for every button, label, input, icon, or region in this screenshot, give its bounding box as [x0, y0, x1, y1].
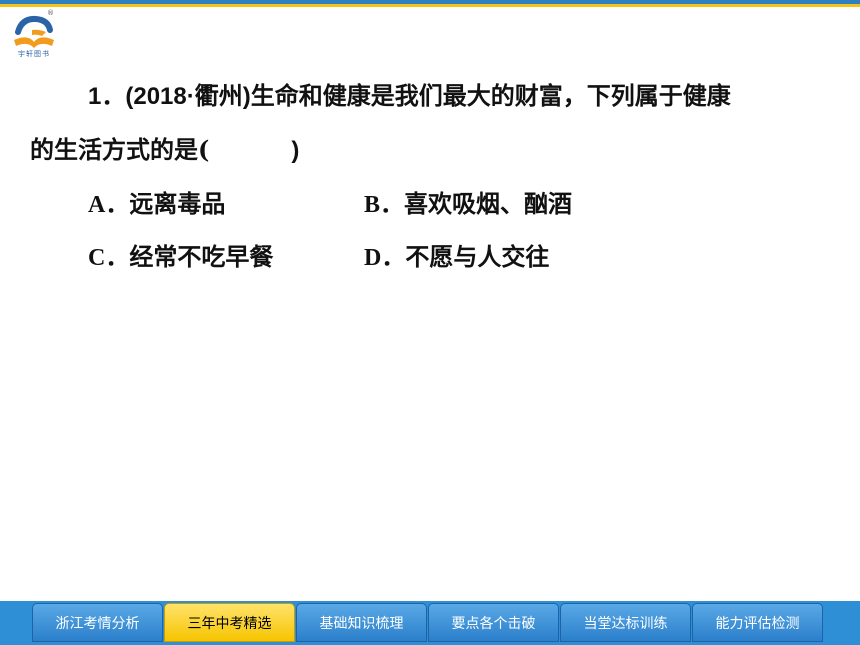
option-text: 远离毒品: [129, 189, 226, 218]
option-text: 喜欢吸烟、酗酒: [404, 189, 573, 218]
answer-bracket-close: ): [291, 137, 300, 164]
option-d: D．不愿与人交往: [364, 237, 549, 272]
option-a: A．远离毒品: [88, 184, 225, 219]
publisher-name: 宇轩图书: [18, 50, 50, 58]
tab-ability-assessment[interactable]: 能力评估检测: [692, 603, 823, 642]
tab-zhejiang-exam-analysis[interactable]: 浙江考情分析: [32, 603, 163, 642]
question-number: 1．: [88, 83, 126, 110]
option-letter: A．: [88, 192, 130, 218]
question-source: (2018·衢州): [125, 83, 251, 110]
option-letter: D．: [364, 245, 406, 271]
option-letter: B．: [364, 192, 405, 218]
bottom-nav-tabs: 浙江考情分析 三年中考精选 基础知识梳理 要点各个击破 当堂达标训练 能力评估检…: [32, 601, 824, 645]
question-text-line-2: 的生活方式的是(: [30, 135, 210, 164]
option-b: B．喜欢吸烟、酗酒: [364, 184, 572, 219]
question-line-1: 1．(2018·衢州)生命和健康是我们最大的财富，下列属于健康: [88, 76, 731, 111]
option-text: 不愿与人交往: [405, 242, 550, 271]
tab-three-year-exam-selection[interactable]: 三年中考精选: [164, 603, 295, 642]
option-text: 经常不吃早餐: [129, 242, 274, 271]
option-letter: C．: [88, 245, 130, 271]
tab-key-points[interactable]: 要点各个击破: [428, 603, 559, 642]
registered-mark: ®: [47, 9, 54, 17]
tab-in-class-practice[interactable]: 当堂达标训练: [560, 603, 691, 642]
question-line-2: 的生活方式的是(): [30, 130, 299, 165]
question-text-line-1: 生命和健康是我们最大的财富，下列属于健康: [250, 81, 731, 110]
top-accent-stripe: [0, 4, 860, 7]
tab-basic-knowledge-review[interactable]: 基础知识梳理: [296, 603, 427, 642]
bottom-nav-bar: 浙江考情分析 三年中考精选 基础知识梳理 要点各个击破 当堂达标训练 能力评估检…: [0, 601, 860, 645]
option-c: C．经常不吃早餐: [88, 237, 273, 272]
